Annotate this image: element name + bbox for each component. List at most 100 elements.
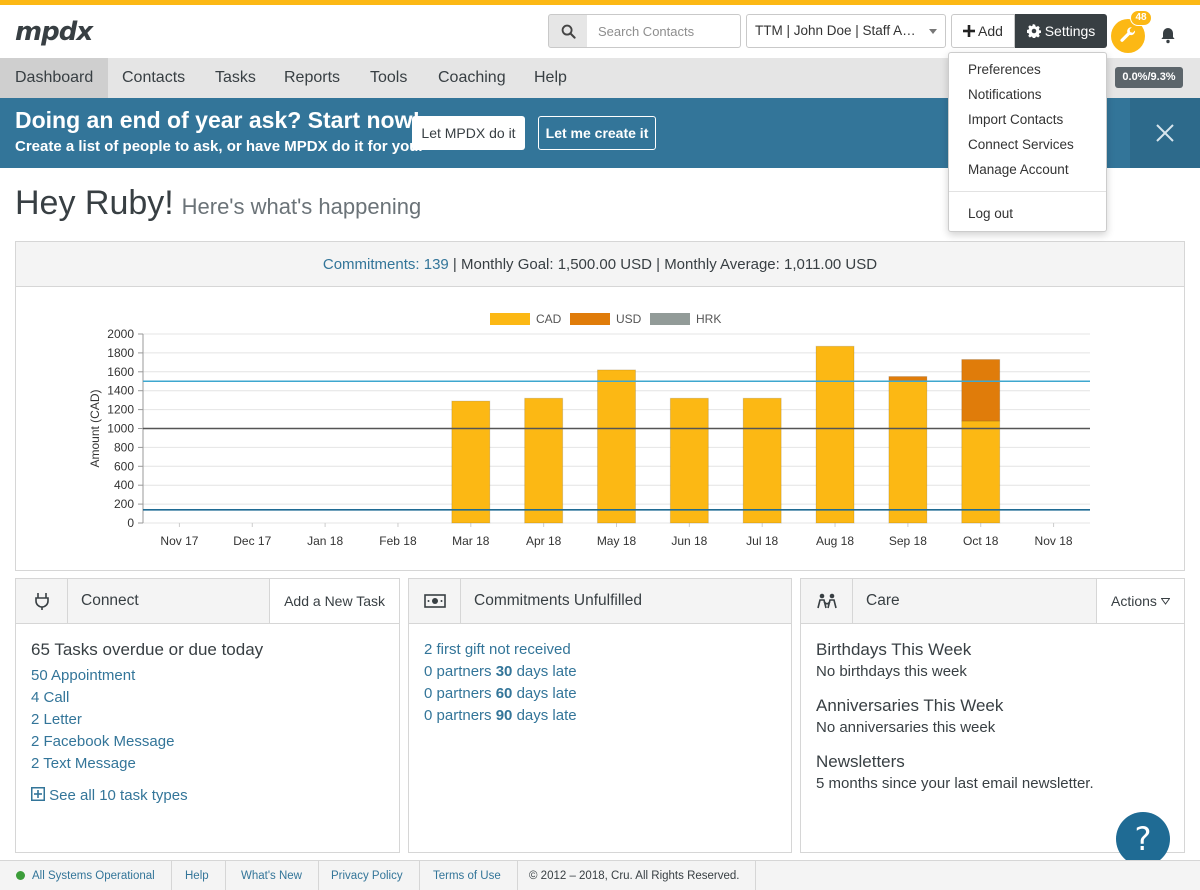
first-gift-not-received-link[interactable]: 2 first gift not received [424,639,781,661]
menu-item-manage-account[interactable]: Manage Account [968,162,1069,177]
y-tick-label: 200 [114,497,134,511]
summary-separator: | [452,256,457,273]
bell-icon[interactable] [1159,26,1177,44]
donations-bar-chart: 0 200 400 600 800 1000 1200 1400 1600 1800 2000 Amo… [88,312,1090,548]
bar-cad [815,345,855,524]
settings-button-label: Settings [1044,23,1096,39]
card-body: 2 first gift not received 0 partners 30 … [424,639,781,727]
card-header: Commitments Unfulfilled [409,579,791,624]
actions-dropdown[interactable]: Actions [1096,579,1184,623]
wrench-icon [1120,27,1136,42]
footer-privacy-link[interactable]: Privacy Policy [315,861,420,890]
footer-help-link[interactable]: Help [169,861,226,890]
nav-reports[interactable]: Reports [269,58,355,98]
system-status-link[interactable]: All Systems Operational [0,861,172,890]
nav-contacts[interactable]: Contacts [107,58,200,98]
anniversaries-heading: Anniversaries This Week [816,696,1004,715]
add-new-task-button[interactable]: Add a New Task [269,579,399,623]
greeting-title: Hey Ruby! [15,184,174,222]
see-all-task-types-link[interactable]: See all 10 task types [31,785,389,807]
bar-cad [597,369,636,524]
task-type-link[interactable]: 2 Text Message [31,753,389,775]
monthly-goal: Monthly Goal: 1,500.00 USD [461,256,652,273]
card-title: Care [866,592,900,609]
donations-chart-panel: Commitments: 139 | Monthly Goal: 1,500.0… [15,241,1185,571]
anniversaries-text: No anniversaries this week [816,719,996,736]
close-icon [1156,124,1174,142]
summary-separator: | [656,256,661,273]
commitments-unfulfilled-card: Commitments Unfulfilled 2 first gift not… [408,578,792,853]
caret-down-icon [929,29,937,34]
care-card: Care Actions Birthdays This Week No birt… [800,578,1185,853]
x-tick-label: Jan 18 [307,534,343,548]
footer-whats-new-link[interactable]: What's New [225,861,319,890]
account-list-select[interactable]: TTM | John Doe | Staff Account [746,14,946,48]
search-button[interactable] [548,14,588,48]
let-me-create-it-button[interactable]: Let me create it [538,116,656,150]
nav-tools[interactable]: Tools [355,58,422,98]
bar-cad [524,397,564,524]
x-tick-label: Mar 18 [452,534,490,548]
search-contacts-input[interactable] [587,14,741,48]
legend-swatch-cad [490,313,530,325]
partners-90-days-late-link[interactable]: 0 partners 90 days late [424,705,781,727]
x-tick-label: Dec 17 [233,534,271,548]
caret-down-icon [1160,598,1171,605]
y-tick-label: 800 [114,440,134,454]
let-mpdx-do-it-button[interactable]: Let MPDX do it [412,116,525,150]
x-tick-label: Oct 18 [963,534,999,548]
legend-label-cad: CAD [536,312,562,326]
x-tick-label: Apr 18 [526,534,562,548]
menu-item-connect-services[interactable]: Connect Services [968,137,1074,152]
monthly-average: Monthly Average: 1,011.00 USD [664,256,878,273]
see-all-label: See all 10 task types [49,787,188,804]
menu-item-import-contacts[interactable]: Import Contacts [968,112,1063,127]
plus-square-icon [31,787,45,801]
commitments-link[interactable]: Commitments: 139 [323,256,449,273]
nav-coaching[interactable]: Coaching [423,58,521,98]
bar-cad [742,397,782,524]
y-tick-label: 600 [114,459,134,473]
footer-terms-link[interactable]: Terms of Use [417,861,518,890]
menu-item-preferences[interactable]: Preferences [968,62,1041,77]
y-tick-label: 1000 [107,422,134,436]
goal-progress-pill[interactable]: 0.0%/9.3% [1115,67,1183,88]
y-tick-label: 1200 [107,403,134,417]
nav-dashboard[interactable]: Dashboard [0,58,109,98]
y-tick-label: 0 [127,516,134,530]
birthdays-text: No birthdays this week [816,663,967,680]
status-dot-icon [16,871,25,880]
y-tick-label: 1800 [107,346,134,360]
task-type-link[interactable]: 2 Letter [31,709,389,731]
partners-60-days-late-link[interactable]: 0 partners 60 days late [424,683,781,705]
plus-icon [963,25,976,37]
nav-help[interactable]: Help [519,58,582,98]
menu-item-notifications[interactable]: Notifications [968,87,1042,102]
partners-30-days-late-link[interactable]: 0 partners 30 days late [424,661,781,683]
plug-icon [16,579,68,623]
card-title: Connect [81,592,139,609]
add-button-label: Add [978,23,1003,39]
nav-tasks[interactable]: Tasks [200,58,271,98]
x-tick-label: Jun 18 [671,534,707,548]
birthdays-heading: Birthdays This Week [816,640,972,659]
task-type-link[interactable]: 50 Appointment [31,665,389,687]
newsletters-text: 5 months since your last email newslette… [816,775,1094,792]
legend-label-usd: USD [616,312,642,326]
actions-label: Actions [1111,593,1157,609]
task-type-link[interactable]: 2 Facebook Message [31,731,389,753]
task-type-link[interactable]: 4 Call [31,687,389,709]
mpdx-logo[interactable]: mpdx [15,17,105,49]
menu-divider [949,191,1106,192]
help-beacon-button[interactable]: ? [1116,812,1170,866]
greeting: Hey Ruby! Here's what's happening [15,184,421,223]
search-icon [561,24,576,39]
greeting-subtitle: Here's what's happening [181,194,422,219]
settings-button[interactable]: Settings [1015,14,1107,48]
banner-close-button[interactable] [1130,98,1200,168]
add-button[interactable]: Add [951,14,1015,48]
menu-item-log-out[interactable]: Log out [968,206,1013,221]
gear-icon [1026,24,1041,38]
newsletters-heading: Newsletters [816,752,905,771]
y-tick-label: 1400 [107,384,134,398]
